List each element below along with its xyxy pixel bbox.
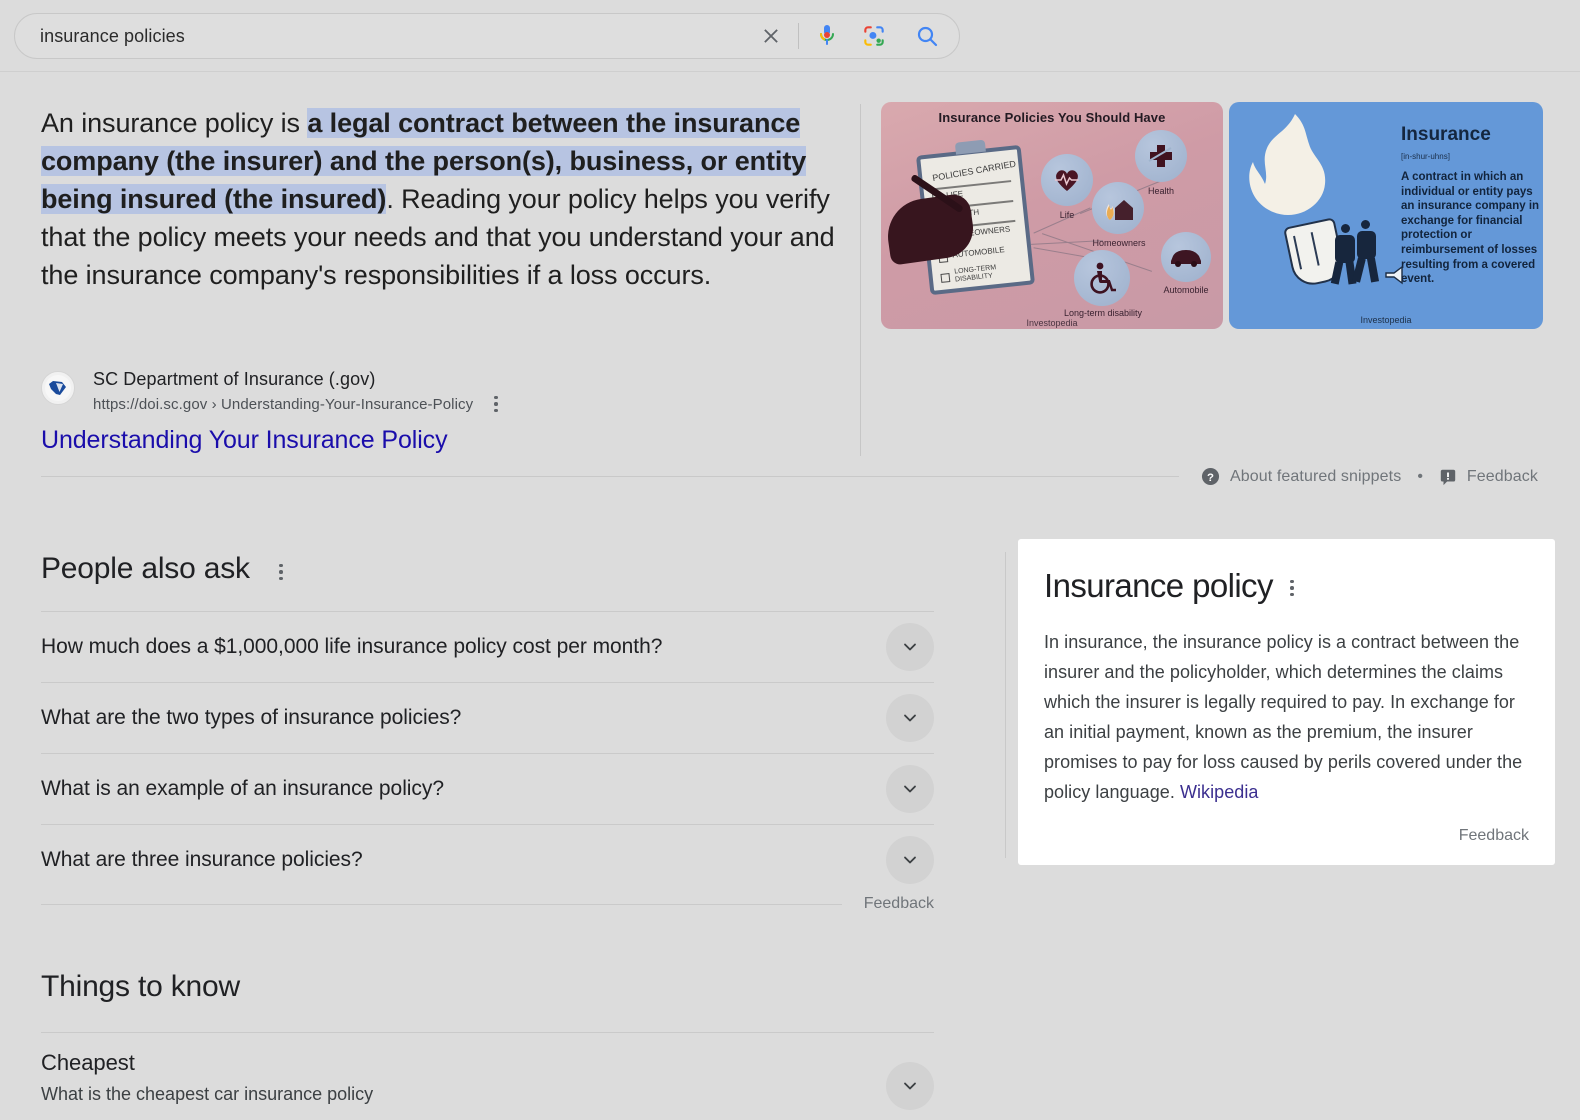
things-to-know-section: Things to know Cheapest What is the chea… bbox=[41, 970, 934, 1110]
google-lens-icon[interactable] bbox=[849, 15, 899, 57]
people-also-ask-header: People also ask bbox=[41, 552, 934, 586]
snippet-image-1[interactable]: Insurance Policies You Should Have POLIC… bbox=[881, 102, 1223, 329]
snippet-image-strip: Insurance Policies You Should Have POLIC… bbox=[881, 102, 1543, 329]
close-icon[interactable] bbox=[750, 15, 792, 57]
chevron-down-icon[interactable] bbox=[886, 836, 934, 884]
about-featured-snippets-label: About featured snippets bbox=[1230, 467, 1402, 485]
wikipedia-link[interactable]: Wikipedia bbox=[1180, 782, 1258, 802]
chevron-down-icon[interactable] bbox=[886, 1062, 934, 1110]
snippet-feedback-link[interactable]: Feedback bbox=[1439, 468, 1538, 486]
search-box-divider bbox=[798, 23, 799, 49]
item-subtitle: What is the cheapest car insurance polic… bbox=[41, 1084, 374, 1104]
image-2-heading: Insurance bbox=[1401, 124, 1491, 145]
snippet-feedback-label: Feedback bbox=[1466, 467, 1538, 485]
snippet-image-2[interactable]: Insurance [in-shur-uhns] A contract in w… bbox=[1229, 102, 1543, 329]
about-featured-snippets-row: ? About featured snippets • Feedback bbox=[41, 467, 1538, 486]
knowledge-panel-header: Insurance policy bbox=[1044, 567, 1529, 605]
source-site-name: SC Department of Insurance (.gov) bbox=[93, 369, 376, 389]
svg-text:?: ? bbox=[1207, 472, 1214, 484]
knowledge-panel-divider bbox=[1005, 552, 1006, 858]
bubble-health bbox=[1135, 130, 1187, 182]
people-also-ask-title: People also ask bbox=[41, 552, 250, 585]
separator-dot: • bbox=[1417, 467, 1423, 485]
knowledge-panel-title: Insurance policy bbox=[1044, 567, 1273, 604]
result-title-link[interactable]: Understanding Your Insurance Policy bbox=[41, 424, 831, 456]
search-input[interactable]: insurance policies bbox=[15, 26, 750, 47]
chevron-down-icon[interactable] bbox=[886, 765, 934, 813]
search-icon[interactable] bbox=[899, 15, 955, 57]
three-dots-vertical-icon[interactable] bbox=[272, 562, 290, 582]
snippet-source: SC Department of Insurance (.gov) https:… bbox=[41, 367, 831, 456]
knowledge-panel-feedback-link[interactable]: Feedback bbox=[1044, 827, 1529, 845]
snippet-lead: An insurance policy is bbox=[41, 108, 308, 138]
bubble-homeowners bbox=[1092, 182, 1144, 234]
things-to-know-title: Things to know bbox=[41, 970, 240, 1003]
site-favicon-icon bbox=[41, 371, 75, 405]
item-label: Cheapest bbox=[41, 1050, 135, 1075]
things-to-know-item[interactable]: Cheapest What is the cheapest car insura… bbox=[41, 1032, 934, 1110]
three-dots-vertical-icon[interactable] bbox=[1283, 578, 1301, 598]
horizontal-divider bbox=[41, 476, 1179, 477]
bubble-label-automobile: Automobile bbox=[1163, 285, 1209, 295]
image-2-pronunciation: [in-shur-uhns] bbox=[1401, 152, 1450, 161]
question-text: How much does a $1,000,000 life insuranc… bbox=[41, 635, 663, 658]
people-also-ask-item[interactable]: How much does a $1,000,000 life insuranc… bbox=[41, 611, 934, 682]
bubble-label-homeowners: Homeowners bbox=[1092, 238, 1146, 248]
people-also-ask-footer: Feedback bbox=[41, 895, 934, 913]
help-circle-icon: ? bbox=[1201, 467, 1220, 486]
flag-icon bbox=[1440, 469, 1456, 485]
image-2-watermark: Investopedia bbox=[1360, 315, 1412, 325]
people-also-ask-list: How much does a $1,000,000 life insuranc… bbox=[41, 611, 934, 895]
knowledge-panel-description: In insurance, the insurance policy is a … bbox=[1044, 627, 1529, 807]
search-box[interactable]: insurance policies bbox=[14, 13, 960, 59]
image-1-watermark: Investopedia bbox=[1026, 318, 1078, 328]
search-header: insurance policies bbox=[0, 0, 1580, 72]
about-featured-snippets-link[interactable]: ? About featured snippets bbox=[1201, 467, 1401, 486]
people-also-ask-item[interactable]: What are three insurance policies? bbox=[41, 824, 934, 895]
featured-snippet-text: An insurance policy is a legal contract … bbox=[41, 104, 841, 294]
image-2-definition: A contract in which an individual or ent… bbox=[1401, 171, 1540, 286]
results-page: An insurance policy is a legal contract … bbox=[0, 72, 1580, 1120]
knowledge-panel: Insurance policy In insurance, the insur… bbox=[1018, 539, 1555, 865]
things-to-know-header: Things to know bbox=[41, 970, 934, 1004]
things-to-know-list: Cheapest What is the cheapest car insura… bbox=[41, 1032, 934, 1110]
people-also-ask-feedback-link[interactable]: Feedback bbox=[864, 895, 934, 913]
question-text: What are three insurance policies? bbox=[41, 848, 363, 871]
bubble-automobile bbox=[1161, 232, 1211, 282]
bubble-life bbox=[1041, 154, 1093, 206]
source-url: https://doi.sc.gov › Understanding-Your-… bbox=[93, 395, 474, 413]
chevron-down-icon[interactable] bbox=[886, 623, 934, 671]
three-dots-vertical-icon[interactable] bbox=[487, 394, 505, 414]
horizontal-divider bbox=[41, 903, 842, 905]
image-1-title: Insurance Policies You Should Have bbox=[938, 110, 1166, 125]
bubble-label-longterm: Long-term disability bbox=[1063, 308, 1143, 318]
people-also-ask-item[interactable]: What are the two types of insurance poli… bbox=[41, 682, 934, 753]
flame-icon bbox=[1249, 114, 1326, 216]
bubble-longterm-disability bbox=[1074, 250, 1130, 306]
microphone-icon[interactable] bbox=[805, 15, 849, 57]
snippet-vertical-divider bbox=[860, 104, 861, 456]
description-text: In insurance, the insurance policy is a … bbox=[1044, 632, 1523, 802]
bubble-label-life: Life bbox=[1059, 210, 1075, 220]
people-also-ask-section: People also ask How much does a $1,000,0… bbox=[41, 552, 934, 913]
question-text: What are the two types of insurance poli… bbox=[41, 706, 462, 729]
people-also-ask-item[interactable]: What is an example of an insurance polic… bbox=[41, 753, 934, 824]
question-text: What is an example of an insurance polic… bbox=[41, 777, 444, 800]
chevron-down-icon[interactable] bbox=[886, 694, 934, 742]
